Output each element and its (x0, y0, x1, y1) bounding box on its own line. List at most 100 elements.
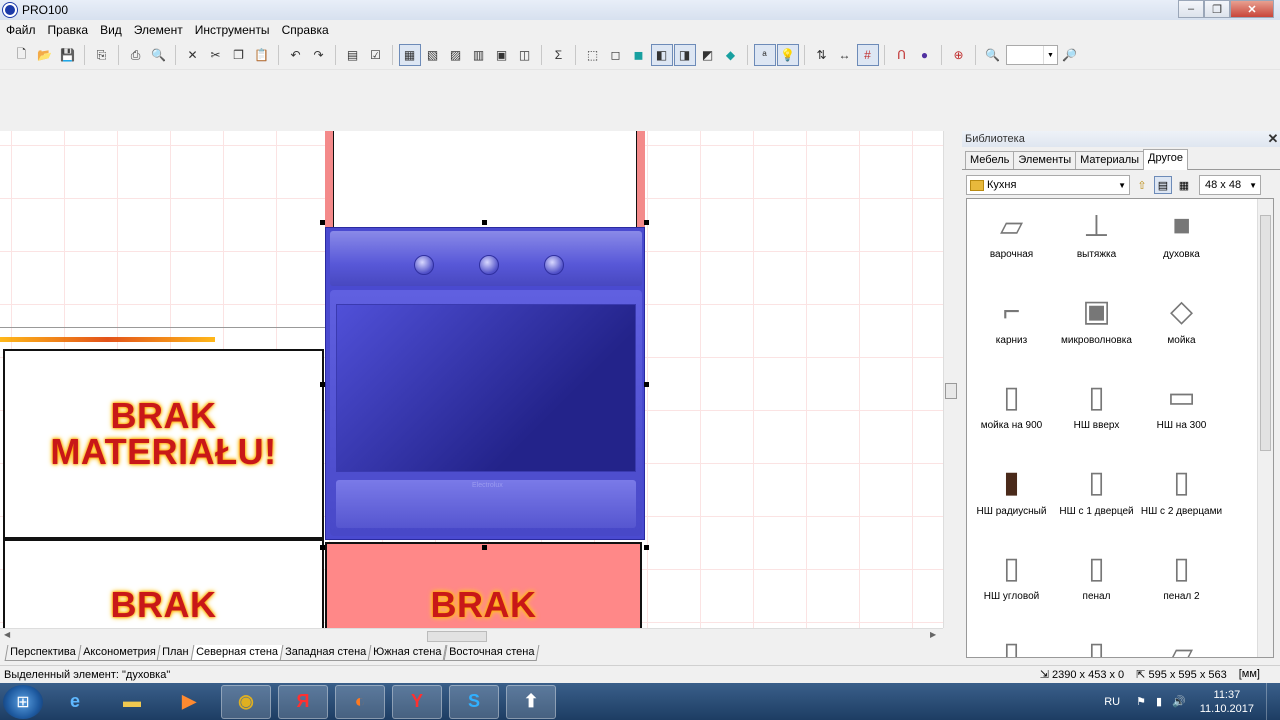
print-icon[interactable]: ⎙ (125, 44, 147, 66)
dimension-icon[interactable]: ↔ (834, 44, 856, 66)
flag-icon[interactable]: ⚑ (1136, 695, 1146, 708)
selection-handle[interactable] (644, 220, 649, 225)
delete-icon[interactable]: ✕ (182, 44, 204, 66)
scroll-left-icon[interactable]: ◀ (4, 630, 10, 639)
view-mode-6-icon[interactable]: ◫ (514, 44, 536, 66)
library-item[interactable]: ▯ НШ вверх (1054, 370, 1139, 456)
splitter[interactable] (943, 131, 957, 628)
minimize-button[interactable]: ‒ (1178, 0, 1204, 18)
view-mode-3-icon[interactable]: ▨ (445, 44, 467, 66)
upper-cabinet[interactable] (333, 131, 637, 227)
light-icon[interactable]: 💡 (776, 44, 799, 66)
library-item[interactable]: ▯ (969, 627, 1054, 657)
checklist-icon[interactable]: ☑ (365, 44, 387, 66)
paste-icon[interactable]: 📋 (251, 44, 273, 66)
save-icon[interactable]: 💾 (57, 44, 79, 66)
cube-7-icon[interactable]: ◆ (720, 44, 742, 66)
firefox-icon[interactable]: ◐ (335, 684, 385, 719)
selection-handle[interactable] (320, 220, 325, 225)
close-button[interactable]: ✕ (1230, 0, 1274, 18)
view-mode-5-icon[interactable]: ▣ (491, 44, 513, 66)
library-item[interactable]: ▯ НШ с 1 дверцей (1054, 456, 1139, 542)
horizontal-scrollbar[interactable]: ◀ ▶ (0, 628, 943, 643)
list-view-icon[interactable]: ▦ (1175, 176, 1193, 194)
menu-help[interactable]: Справка (276, 20, 335, 40)
scroll-thumb[interactable] (427, 631, 487, 642)
menu-tools[interactable]: Инструменты (189, 20, 276, 40)
open-icon[interactable]: 📂 (34, 44, 56, 66)
close-icon[interactable]: ✕ (1266, 131, 1280, 147)
library-item[interactable]: ▭ НШ на 300 (1139, 370, 1224, 456)
library-item[interactable]: ⌐ карниз (969, 285, 1054, 371)
cube-5-icon[interactable]: ◨ (673, 44, 696, 66)
library-item[interactable]: ▮ НШ радиусный (969, 456, 1054, 542)
new-icon[interactable]: 🗋 (11, 44, 33, 66)
properties-icon[interactable]: ▤ (342, 44, 364, 66)
oven-element[interactable]: Electrolux (325, 227, 645, 540)
library-item[interactable]: ▯ НШ угловой (969, 541, 1054, 627)
selection-handle[interactable] (482, 220, 487, 225)
tab-east-wall[interactable]: Восточная стена (443, 645, 540, 661)
target-icon[interactable]: ⊕ (948, 44, 970, 66)
cube-3-icon[interactable]: ◼ (628, 44, 650, 66)
yandex-browser-icon[interactable]: Я (278, 684, 328, 719)
library-item[interactable]: ▯ пенал (1054, 541, 1139, 627)
view-mode-1-icon[interactable]: ▦ (398, 44, 421, 66)
library-item[interactable]: ▱ варочная (969, 199, 1054, 285)
cube-1-icon[interactable]: ⬚ (582, 44, 604, 66)
skype-icon[interactable]: S (449, 684, 499, 719)
cabinet-side-right[interactable] (637, 131, 645, 227)
cube-6-icon[interactable]: ◩ (697, 44, 719, 66)
folder-up-icon[interactable]: ⇧ (1133, 176, 1151, 194)
undo-icon[interactable]: ↶ (285, 44, 307, 66)
print-preview-icon[interactable]: 🔍 (148, 44, 170, 66)
library-item[interactable]: ▣ микроволновка (1054, 285, 1139, 371)
tab-materials[interactable]: Материалы (1075, 151, 1145, 169)
tab-elements[interactable]: Элементы (1013, 151, 1077, 169)
redo-icon[interactable]: ↷ (308, 44, 330, 66)
splitter-grip[interactable] (945, 383, 957, 399)
ie-icon[interactable]: e (50, 685, 100, 719)
selection-handle[interactable] (644, 382, 649, 387)
maximize-button[interactable]: ❐ (1204, 0, 1230, 18)
selection-handle[interactable] (482, 545, 487, 550)
cabinet-side-left[interactable] (325, 131, 333, 227)
text-mode-icon[interactable]: ᵃ (753, 44, 776, 66)
folder-select[interactable]: Кухня ▼ (966, 175, 1130, 195)
library-item[interactable]: ▯ НШ с 2 дверцами (1139, 456, 1224, 542)
cube-4-icon[interactable]: ◧ (650, 44, 673, 66)
export-icon[interactable]: ⎘ (91, 44, 113, 66)
tab-other[interactable]: Другое (1143, 149, 1188, 170)
tab-north-wall[interactable]: Северная стена (190, 645, 284, 661)
selection-handle[interactable] (644, 545, 649, 550)
tab-west-wall[interactable]: Западная стена (279, 645, 372, 661)
selection-handle[interactable] (320, 545, 325, 550)
scroll-right-icon[interactable]: ▶ (930, 630, 936, 639)
network-icon[interactable]: ▮ (1156, 695, 1162, 708)
view-mode-2-icon[interactable]: ▧ (422, 44, 444, 66)
chrome-icon[interactable]: ◉ (221, 684, 271, 719)
scroll-thumb[interactable] (1260, 215, 1271, 451)
library-item[interactable]: ■ духовка (1139, 199, 1224, 285)
grid-icon[interactable]: # (856, 44, 879, 66)
tab-furniture[interactable]: Мебель (965, 151, 1015, 169)
media-icon[interactable]: ▶ (164, 685, 214, 719)
magnet-icon[interactable]: Ո (891, 44, 913, 66)
library-item[interactable]: ◇ мойка (1139, 285, 1224, 371)
menu-edit[interactable]: Правка (42, 20, 95, 40)
language-indicator[interactable]: RU (1104, 696, 1120, 708)
show-desktop-button[interactable] (1266, 683, 1280, 720)
menu-view[interactable]: Вид (94, 20, 128, 40)
library-item[interactable]: ⊥ вытяжка (1054, 199, 1139, 285)
tab-perspective[interactable]: Перспектива (4, 645, 82, 661)
zoom-select[interactable]: ▼ (1006, 45, 1058, 65)
selection-handle[interactable] (320, 382, 325, 387)
yandex-icon[interactable]: Y (392, 684, 442, 719)
tab-plan[interactable]: План (157, 645, 195, 661)
start-button[interactable]: ⊞ (3, 684, 43, 719)
zoom-out-icon[interactable]: 🔎 (1059, 44, 1081, 66)
clock[interactable]: 11:37 11.10.2017 (1200, 688, 1254, 716)
volume-icon[interactable]: 🔊 (1172, 695, 1186, 708)
menu-element[interactable]: Элемент (128, 20, 189, 40)
cut-icon[interactable]: ✂ (205, 44, 227, 66)
